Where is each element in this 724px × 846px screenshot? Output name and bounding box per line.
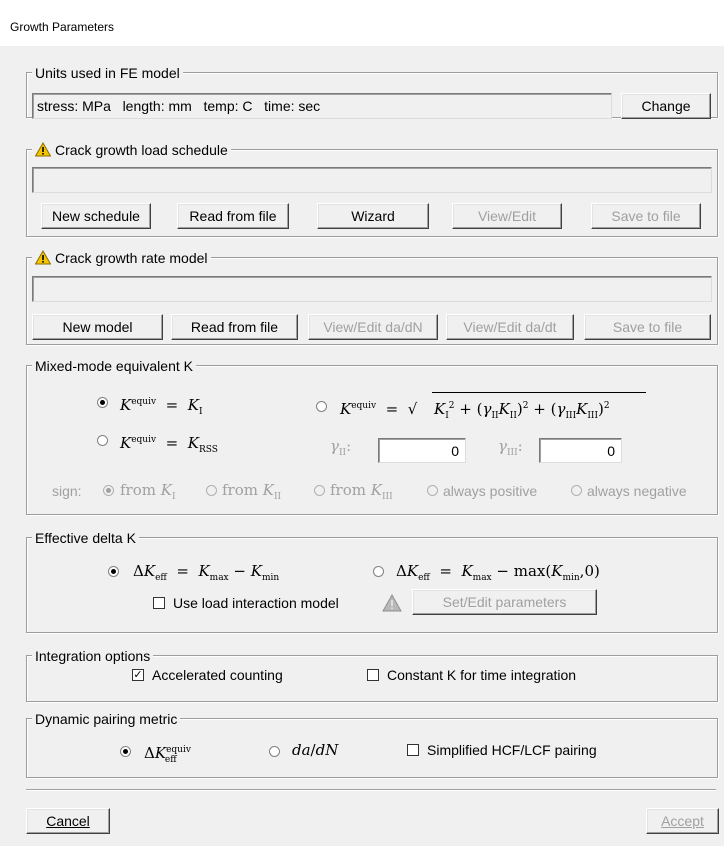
units-legend: Units used in FE model <box>32 65 183 81</box>
radio-k-equiv-krss[interactable] <box>97 435 108 446</box>
warning-icon <box>34 249 52 268</box>
accelerated-counting-checkbox[interactable]: ✓ <box>132 669 144 681</box>
gamma-iii-label: γIII: <box>498 437 523 458</box>
sign-from-kii: from KII <box>222 481 282 502</box>
accept-label: Accept <box>661 813 704 829</box>
formula-k-equiv-ki: Kequiv = KI <box>120 396 203 417</box>
gamma-ii-input[interactable]: 0 <box>378 438 466 463</box>
formula-k-equiv-sqrt: Kequiv = √ <box>340 400 418 418</box>
always-negative-label: always negative <box>587 483 687 499</box>
radio-sign-always-positive[interactable] <box>427 485 438 496</box>
view-edit-schedule-button[interactable]: View/Edit <box>452 203 562 229</box>
formula-k-equiv-krss: Kequiv = KRSS <box>120 434 218 455</box>
gamma-ii-label: γII: <box>330 437 352 458</box>
radio-k-equiv-ki[interactable] <box>97 397 108 408</box>
view-edit-dadn-button[interactable]: View/Edit da/dN <box>308 314 438 340</box>
cancel-button[interactable]: Cancel <box>26 808 110 834</box>
warning-icon-disabled <box>382 593 402 615</box>
constant-k-checkbox[interactable] <box>367 669 379 681</box>
window-title: Growth Parameters <box>10 20 115 34</box>
radio-pairing-dadn[interactable] <box>269 746 280 757</box>
radio-sign-always-negative[interactable] <box>571 485 582 496</box>
sign-from-kiii: from KIII <box>330 481 393 502</box>
effective-delta-k-group: Effective delta K <box>26 530 718 633</box>
title-bar: Growth Parameters <box>0 0 724 46</box>
formula-sqrt-body: KI2 + (γIIKII)2 + (γIIIKIII)2 <box>434 400 610 421</box>
radio-sign-from-kiii[interactable] <box>314 485 325 496</box>
simplified-pairing-checkbox[interactable] <box>407 744 419 756</box>
save-schedule-button[interactable]: Save to file <box>591 203 701 229</box>
wizard-button[interactable]: Wizard <box>317 203 429 229</box>
radio-delta-k-standard[interactable] <box>108 566 119 577</box>
radio-delta-k-max[interactable] <box>373 566 384 577</box>
radio-sign-from-ki[interactable] <box>103 485 114 496</box>
new-schedule-button[interactable]: New schedule <box>41 203 151 229</box>
load-schedule-field <box>32 167 712 193</box>
read-schedule-button[interactable]: Read from file <box>177 203 289 229</box>
pairing-legend: Dynamic pairing metric <box>32 711 181 727</box>
sign-from-ki: from KI <box>120 481 176 502</box>
load-interaction-label: Use load interaction model <box>173 595 339 611</box>
mixed-mode-legend: Mixed-mode equivalent K <box>32 358 196 374</box>
constant-k-label: Constant K for time integration <box>387 667 577 683</box>
footer-separator <box>26 789 716 791</box>
save-model-button[interactable]: Save to file <box>584 314 711 340</box>
simplified-pairing-label: Simplified HCF/LCF pairing <box>427 742 597 758</box>
formula-pairing-delta-k: ΔKequiveff <box>144 744 191 765</box>
rate-model-field <box>32 276 712 302</box>
radio-pairing-delta-k[interactable] <box>120 746 131 757</box>
warning-icon <box>34 141 52 160</box>
sign-label: sign: <box>52 483 82 499</box>
accelerated-counting-label: Accelerated counting <box>152 667 283 683</box>
read-model-button[interactable]: Read from file <box>171 314 298 340</box>
radio-sign-from-kii[interactable] <box>206 485 217 496</box>
accept-button[interactable]: Accept <box>646 808 719 834</box>
formula-pairing-dadn: da/dN <box>292 741 339 759</box>
sqrt-bar <box>432 392 646 393</box>
always-positive-label: always positive <box>443 483 538 499</box>
change-units-button[interactable]: Change <box>621 93 711 119</box>
effective-delta-k-legend: Effective delta K <box>32 530 139 546</box>
load-schedule-legend: Crack growth load schedule <box>55 142 228 158</box>
formula-delta-k-standard: ΔKeff = Kmax − Kmin <box>133 562 280 583</box>
view-edit-dadt-button[interactable]: View/Edit da/dt <box>446 314 574 340</box>
cancel-label: Cancel <box>46 813 90 829</box>
set-edit-parameters-button[interactable]: Set/Edit parameters <box>412 589 597 615</box>
load-interaction-checkbox[interactable] <box>153 597 165 609</box>
new-model-button[interactable]: New model <box>32 314 163 340</box>
integration-legend: Integration options <box>32 648 154 664</box>
formula-delta-k-max: ΔKeff = Kmax − max(Kmin,0) <box>396 562 600 583</box>
rate-model-legend: Crack growth rate model <box>55 250 208 266</box>
units-field: stress: MPa length: mm temp: C time: sec <box>32 93 612 119</box>
gamma-iii-input[interactable]: 0 <box>539 438 622 463</box>
radio-k-equiv-sqrt[interactable] <box>316 401 327 412</box>
